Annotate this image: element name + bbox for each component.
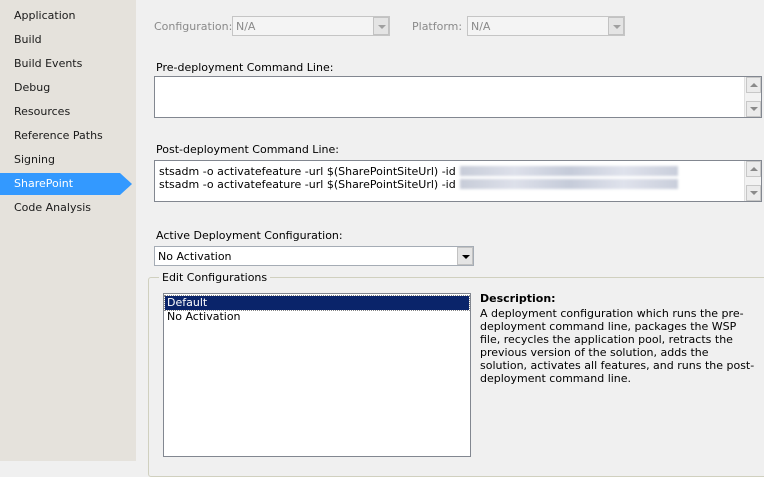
description-text: A deployment configuration which runs th… xyxy=(480,307,755,385)
active-deployment-label: Active Deployment Configuration: xyxy=(156,229,343,242)
platform-value: N/A xyxy=(471,20,491,33)
active-deployment-dropdown[interactable]: No Activation xyxy=(154,246,474,266)
sidebar: Application Build Build Events Debug Res… xyxy=(0,0,136,461)
arrow-down-icon xyxy=(750,107,758,111)
list-item-default[interactable]: Default xyxy=(164,295,470,311)
description-title: Description: xyxy=(480,292,556,305)
sidebar-item-build-events[interactable]: Build Events xyxy=(0,53,130,75)
arrow-up-icon xyxy=(750,167,758,171)
sidebar-item-debug[interactable]: Debug xyxy=(0,77,130,99)
sidebar-item-resources[interactable]: Resources xyxy=(0,101,130,123)
vertical-scrollbar[interactable] xyxy=(744,161,761,201)
scroll-up-button[interactable] xyxy=(746,161,761,177)
platform-label: Platform: xyxy=(412,20,463,33)
command-line-2: stsadm -o activatefeature -url $(SharePo… xyxy=(159,178,678,191)
platform-dropdown-button[interactable] xyxy=(608,17,624,35)
post-deployment-command-input[interactable]: stsadm -o activatefeature -url $(SharePo… xyxy=(154,160,762,202)
sidebar-item-code-analysis[interactable]: Code Analysis xyxy=(0,197,130,219)
vertical-scrollbar[interactable] xyxy=(744,77,761,117)
pre-deployment-command-input[interactable] xyxy=(154,76,762,118)
platform-dropdown[interactable]: N/A xyxy=(467,16,625,36)
sidebar-item-application[interactable]: Application xyxy=(0,5,130,27)
sidebar-item-reference-paths[interactable]: Reference Paths xyxy=(0,125,130,147)
configuration-label: Configuration: xyxy=(154,20,233,33)
sidebar-item-build[interactable]: Build xyxy=(0,29,130,51)
configuration-dropdown-button[interactable] xyxy=(373,17,389,35)
configuration-dropdown[interactable]: N/A xyxy=(232,16,390,36)
redacted-feature-id xyxy=(459,179,678,189)
chevron-down-icon xyxy=(613,25,621,29)
configuration-value: N/A xyxy=(236,20,256,33)
pre-deployment-label: Pre-deployment Command Line: xyxy=(156,61,334,74)
command-line-1: stsadm -o activatefeature -url $(SharePo… xyxy=(159,165,678,178)
active-deployment-dropdown-button[interactable] xyxy=(457,247,473,265)
scroll-up-button[interactable] xyxy=(746,77,761,93)
sidebar-item-sharepoint[interactable]: SharePoint xyxy=(0,173,120,195)
post-deployment-label: Post-deployment Command Line: xyxy=(156,143,339,156)
command-line-text: stsadm -o activatefeature -url $(SharePo… xyxy=(159,165,456,178)
scroll-down-button[interactable] xyxy=(746,101,761,117)
arrow-up-icon xyxy=(750,83,758,87)
list-item-no-activation[interactable]: No Activation xyxy=(165,310,469,324)
selection-arrow-icon xyxy=(120,173,132,195)
edit-configurations-title: Edit Configurations xyxy=(159,271,271,284)
command-line-text: stsadm -o activatefeature -url $(SharePo… xyxy=(159,178,456,191)
active-deployment-value: No Activation xyxy=(158,250,232,263)
redacted-feature-id xyxy=(459,166,678,176)
configurations-list[interactable]: Default No Activation xyxy=(163,293,471,457)
chevron-down-icon xyxy=(462,255,470,259)
arrow-down-icon xyxy=(750,191,758,195)
sidebar-item-signing[interactable]: Signing xyxy=(0,149,130,171)
chevron-down-icon xyxy=(378,25,386,29)
scroll-down-button[interactable] xyxy=(746,185,761,201)
